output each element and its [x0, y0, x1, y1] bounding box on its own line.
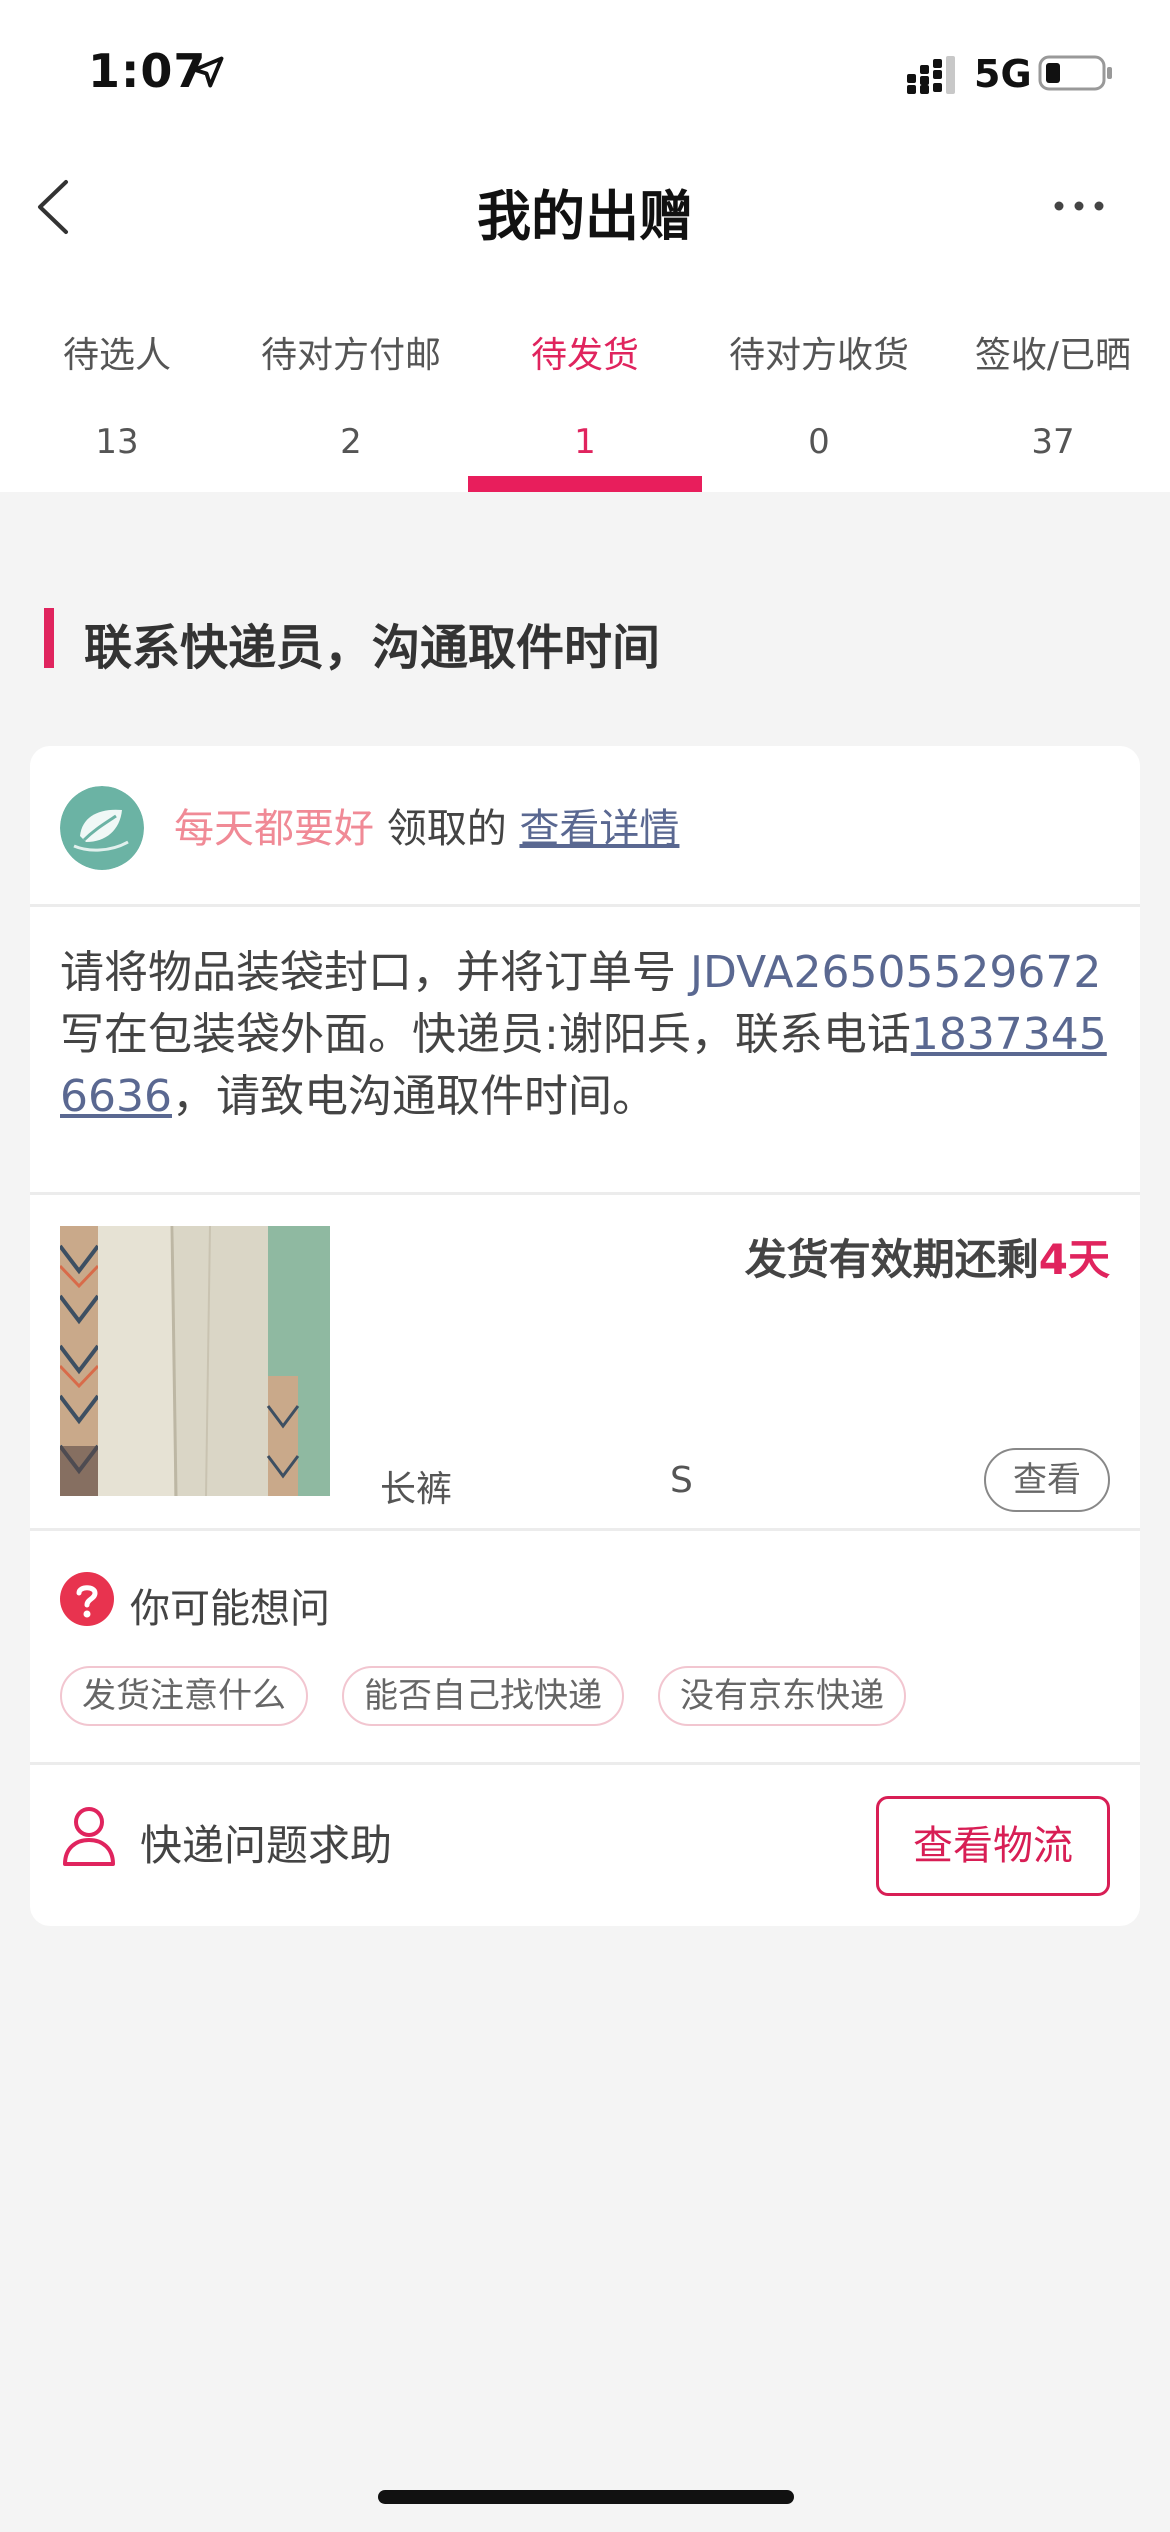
shipping-instruction: 请将物品装袋封口，并将订单号 JDVA26505529672 写在包装袋外面。快…	[60, 942, 1114, 1128]
tab-label: 待发货	[530, 335, 639, 376]
item-thumbnail[interactable]	[60, 1226, 330, 1496]
signal-icon	[907, 56, 955, 94]
divider	[30, 1762, 1140, 1765]
tab-label: 待选人	[62, 335, 171, 376]
status-time: 1:07	[88, 44, 207, 98]
faq-title: 你可能想问	[130, 1586, 330, 1632]
view-item-button[interactable]: 查看	[984, 1448, 1110, 1512]
tab-label: 待对方收货	[728, 335, 909, 376]
question-circle-icon	[60, 1572, 114, 1626]
divider	[30, 904, 1140, 907]
courier-help-label[interactable]: 快递问题求助	[140, 1812, 392, 1873]
tab-label: 签收/已晒	[974, 335, 1132, 376]
network-type: 5G	[974, 52, 1032, 96]
battery-icon	[1038, 55, 1112, 91]
order-number: JDVA26505529672	[690, 947, 1102, 998]
page-title: 我的出赠	[477, 185, 693, 248]
ship-deadline: 发货有效期还剩4天	[745, 1226, 1110, 1287]
more-horizontal-icon[interactable]	[1052, 196, 1106, 216]
tab-waiting-postage[interactable]: 待对方付邮 2	[234, 318, 468, 492]
divider	[30, 1528, 1140, 1531]
deadline-prefix: 发货有效期还剩	[744, 1235, 1039, 1284]
divider	[30, 1192, 1140, 1195]
section-heading-bar	[44, 608, 54, 668]
tab-signed-shared[interactable]: 签收/已晒 37	[936, 318, 1170, 492]
view-logistics-button[interactable]: 查看物流	[876, 1796, 1110, 1896]
active-tab-indicator	[468, 476, 702, 492]
shipment-card: 每天都要好 领取的 查看详情 请将物品装袋封口，并将订单号 JDVA265055…	[30, 746, 1140, 1926]
section-heading: 联系快递员，沟通取件时间	[84, 620, 661, 676]
view-detail-link[interactable]: 查看详情	[519, 806, 679, 852]
deadline-days: 4天	[1038, 1235, 1110, 1284]
tab-count: 2	[340, 422, 362, 462]
tab-count: 37	[1031, 422, 1075, 462]
tab-waiting-receive[interactable]: 待对方收货 0	[702, 318, 936, 492]
home-indicator	[378, 2490, 794, 2504]
item-name: 长裤	[380, 1469, 453, 1510]
tab-waiting-select[interactable]: 待选人 13	[0, 318, 234, 492]
location-arrow-icon	[192, 56, 224, 88]
tab-waiting-ship[interactable]: 待发货 1	[468, 318, 702, 492]
item-size: S	[670, 1460, 693, 1501]
tab-count: 13	[95, 422, 139, 462]
instruction-suffix: ，请致电沟通取件时间。	[171, 1071, 656, 1122]
faq-tags: 发货注意什么 能否自己找快递 没有京东快递	[60, 1666, 906, 1726]
status-tabs: 待选人 13 待对方付邮 2 待发货 1 待对方收货 0 签收/已晒 37	[0, 318, 1170, 492]
instruction-middle: 写在包装袋外面。快递员:谢阳兵，联系电话	[60, 1009, 911, 1060]
receiver-name[interactable]: 每天都要好	[174, 806, 374, 852]
receiver-line: 每天都要好 领取的 查看详情	[174, 796, 679, 854]
receiver-avatar[interactable]	[60, 786, 144, 870]
tab-count: 0	[808, 422, 830, 462]
faq-tag-own-courier[interactable]: 能否自己找快递	[342, 1666, 624, 1726]
instruction-prefix: 请将物品装袋封口，并将订单号	[60, 947, 690, 998]
faq-tag-shipping-notes[interactable]: 发货注意什么	[60, 1666, 308, 1726]
tab-label: 待对方付邮	[260, 335, 441, 376]
receiver-suffix: 领取的	[374, 806, 520, 852]
tab-count: 1	[574, 422, 596, 462]
faq-tag-no-jd-express[interactable]: 没有京东快递	[658, 1666, 906, 1726]
user-outline-icon	[63, 1807, 115, 1866]
